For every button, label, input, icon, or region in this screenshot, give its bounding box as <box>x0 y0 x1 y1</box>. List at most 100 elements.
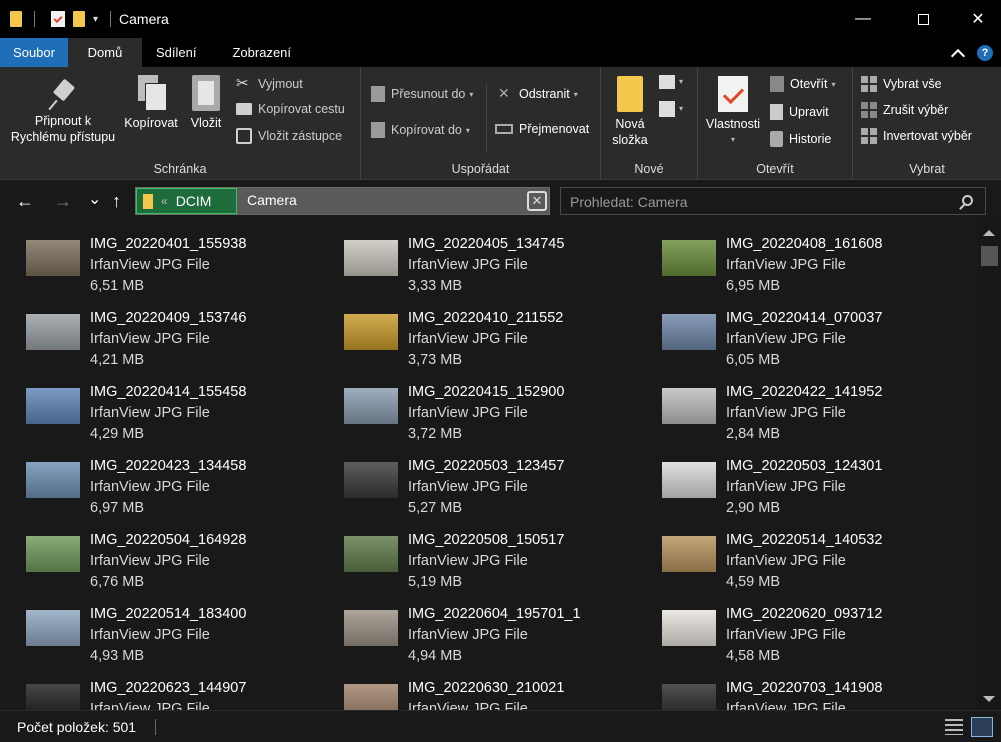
rename-button[interactable]: Přejmenovat <box>495 122 589 136</box>
scissors-icon <box>236 74 252 92</box>
new-folder-button[interactable]: Nová složka <box>607 76 653 148</box>
edit-button[interactable]: Upravit <box>770 104 829 120</box>
pin-quick-access-button[interactable]: Připnout k Rychlému přístupu <box>6 79 120 145</box>
file-thumbnail <box>662 536 716 572</box>
file-item[interactable]: IMG_20220514_183400 IrfanView JPG File 4,9… <box>0 592 318 664</box>
file-size: 4,94 MB <box>408 648 462 664</box>
file-size: 6,05 MB <box>726 352 780 368</box>
file-list: IMG_20220401_155938 IrfanView JPG File 6,5… <box>0 222 978 710</box>
file-item[interactable]: IMG_20220410_211552 IrfanView JPG File 3,7… <box>318 296 636 368</box>
properties-button[interactable]: Vlastnosti ▾ <box>702 76 764 148</box>
file-item[interactable]: IMG_20220405_134745 IrfanView JPG File 3,3… <box>318 222 636 294</box>
maximize-icon <box>917 13 929 25</box>
ribbon: Připnout k Rychlému přístupu Kopírovat V… <box>0 67 1001 180</box>
file-item[interactable]: IMG_20220408_161608 IrfanView JPG File 6,9… <box>636 222 954 294</box>
paste-button[interactable]: Vložit <box>186 75 226 131</box>
file-item[interactable]: IMG_20220503_124301 IrfanView JPG File 2,9… <box>636 444 954 516</box>
move-to-button[interactable]: Přesunout do ▾ <box>371 86 473 102</box>
new-folder-icon[interactable] <box>73 11 85 27</box>
file-item[interactable]: IMG_20220508_150517 IrfanView JPG File 5,1… <box>318 518 636 590</box>
history-button[interactable]: Historie <box>770 131 831 147</box>
scroll-up-icon[interactable] <box>983 230 995 236</box>
file-thumbnail <box>26 388 80 424</box>
select-none-label: Zrušit výběr <box>883 103 949 117</box>
file-item[interactable]: IMG_20220414_155458 IrfanView JPG File 4,2… <box>0 370 318 442</box>
file-item[interactable]: IMG_20220503_123457 IrfanView JPG File 5,2… <box>318 444 636 516</box>
invert-selection-button[interactable]: Invertovat výběr <box>861 128 972 144</box>
open-button[interactable]: Otevřít ▾ <box>770 76 836 92</box>
paste-shortcut-label: Vložit zástupce <box>258 129 343 143</box>
new-folder-icon <box>617 76 643 112</box>
address-segment-current[interactable]: Camera <box>247 192 297 208</box>
file-item[interactable]: IMG_20220630_210021 IrfanView JPG File <box>318 666 636 710</box>
up-button[interactable]: ↑ <box>112 191 121 212</box>
close-button[interactable]: ✕ <box>955 0 1001 38</box>
tab-file[interactable]: Soubor <box>0 38 68 67</box>
address-bar[interactable]: « DCIM Camera ✕ <box>135 187 550 215</box>
clear-address-icon[interactable]: ✕ <box>527 191 547 211</box>
vertical-scrollbar[interactable] <box>978 222 1001 710</box>
tab-home[interactable]: Domů <box>68 38 142 67</box>
copy-to-button[interactable]: Kopírovat do ▾ <box>371 122 470 138</box>
scrollbar-thumb[interactable] <box>981 246 998 266</box>
history-icon <box>770 131 783 147</box>
select-none-icon <box>861 102 877 118</box>
search-box[interactable]: Prohledat: Camera <box>560 187 986 215</box>
file-item[interactable]: IMG_20220604_195701_1 IrfanView JPG File 4… <box>318 592 636 664</box>
quick-access-dropdown[interactable]: ▾ <box>93 14 98 25</box>
address-segment-dcim[interactable]: DCIM <box>176 193 212 209</box>
minimize-button[interactable]: — <box>835 0 891 38</box>
file-item[interactable]: IMG_20220504_164928 IrfanView JPG File 6,7… <box>0 518 318 590</box>
file-item[interactable]: IMG_20220415_152900 IrfanView JPG File 3,7… <box>318 370 636 442</box>
properties-icon[interactable] <box>51 11 65 27</box>
file-item[interactable]: IMG_20220422_141952 IrfanView JPG File 2,8… <box>636 370 954 442</box>
file-item[interactable]: IMG_20220401_155938 IrfanView JPG File 6,5… <box>0 222 318 294</box>
recent-locations-button[interactable]: ⌄ <box>88 189 101 209</box>
help-icon[interactable]: ? <box>977 44 993 61</box>
copy-label: Kopírovat <box>124 116 178 130</box>
divider <box>110 11 112 27</box>
paste-shortcut-button[interactable]: Vložit zástupce <box>236 128 342 144</box>
file-item[interactable]: IMG_20220703_141908 IrfanView JPG File <box>636 666 954 710</box>
scroll-down-icon[interactable] <box>983 696 995 702</box>
collapse-ribbon-icon[interactable] <box>950 48 966 63</box>
copy-path-button[interactable]: Kopírovat cestu <box>236 102 345 116</box>
tiles-view-icon[interactable] <box>971 717 993 737</box>
file-type: IrfanView JPG File <box>408 701 528 710</box>
select-none-button[interactable]: Zrušit výběr <box>861 102 948 118</box>
item-count: Počet položek: 501 <box>17 719 137 735</box>
tab-view[interactable]: Zobrazení <box>210 38 305 67</box>
chevron-down-icon[interactable]: ▾ <box>679 77 683 86</box>
file-thumbnail <box>26 610 80 646</box>
file-type: IrfanView JPG File <box>90 627 210 643</box>
delete-button[interactable]: Odstranit ▾ <box>497 85 578 102</box>
copy-button[interactable]: Kopírovat <box>120 75 182 131</box>
divider <box>155 719 156 735</box>
move-to-label: Přesunout do <box>391 87 466 101</box>
file-item[interactable]: IMG_20220414_070037 IrfanView JPG File 6,0… <box>636 296 954 368</box>
group-label-open: Otevřít <box>756 162 794 176</box>
cut-button[interactable]: Vyjmout <box>236 74 303 92</box>
file-item[interactable]: IMG_20220623_144907 IrfanView JPG File <box>0 666 318 710</box>
tab-share[interactable]: Sdílení <box>142 38 210 67</box>
file-item[interactable]: IMG_20220409_153746 IrfanView JPG File 4,2… <box>0 296 318 368</box>
new-item-icon[interactable] <box>659 75 675 89</box>
forward-button[interactable]: → <box>54 191 72 212</box>
back-button[interactable]: ← <box>16 191 34 212</box>
maximize-button[interactable] <box>891 0 955 38</box>
file-size: 4,59 MB <box>726 574 780 590</box>
details-view-icon[interactable] <box>945 719 963 735</box>
address-chevron[interactable]: « <box>161 194 168 208</box>
address-root[interactable]: « DCIM <box>136 188 237 214</box>
file-item[interactable]: IMG_20220423_134458 IrfanView JPG File 6,9… <box>0 444 318 516</box>
select-all-button[interactable]: Vybrat vše <box>861 76 942 92</box>
easy-access-icon[interactable] <box>659 101 675 117</box>
file-thumbnail <box>662 610 716 646</box>
file-item[interactable]: IMG_20220620_093712 IrfanView JPG File 4,5… <box>636 592 954 664</box>
file-item[interactable]: IMG_20220514_140532 IrfanView JPG File 4,5… <box>636 518 954 590</box>
search-icon[interactable] <box>962 195 973 206</box>
file-thumbnail <box>662 462 716 498</box>
file-type: IrfanView JPG File <box>726 553 846 569</box>
file-thumbnail <box>662 240 716 276</box>
chevron-down-icon[interactable]: ▾ <box>679 104 683 113</box>
